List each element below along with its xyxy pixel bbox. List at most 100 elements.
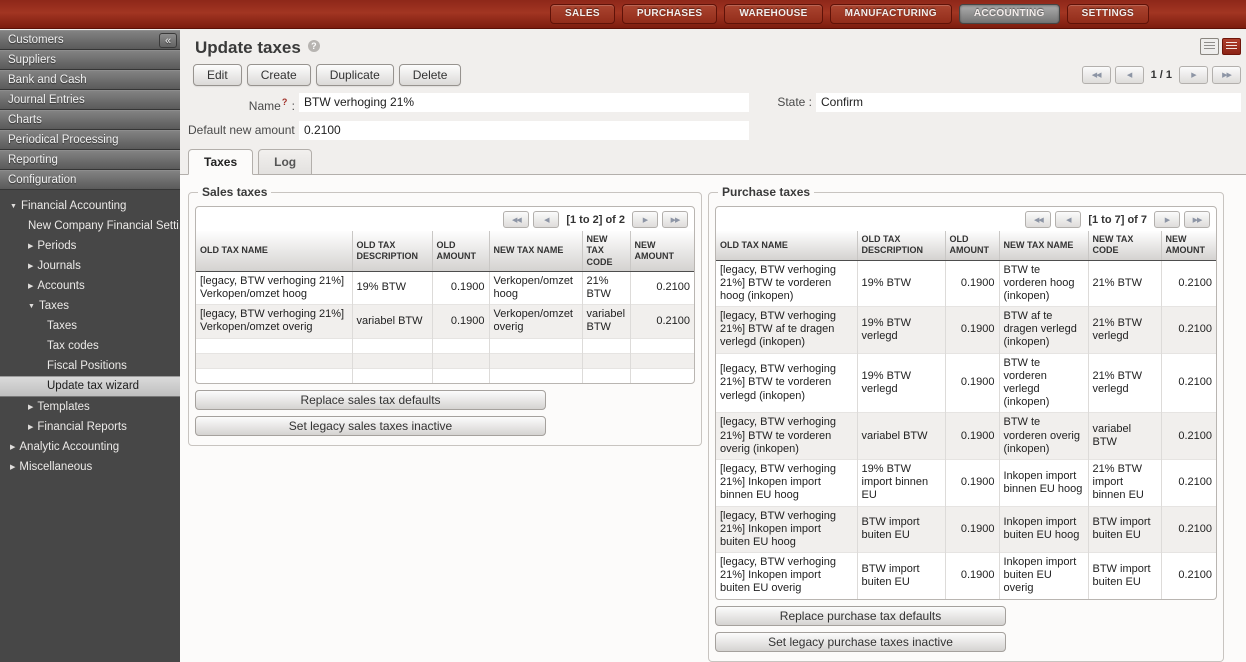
sidebar-section-suppliers[interactable]: Suppliers [0, 50, 180, 70]
table-cell [432, 368, 489, 383]
next-page-button[interactable]: ▶ [1154, 211, 1180, 228]
create-button[interactable]: Create [247, 64, 311, 86]
sidebar-item-miscellaneous[interactable]: ▶Miscellaneous [0, 457, 180, 477]
column-header-old-tax-name[interactable]: OLD TAX NAME [196, 231, 352, 271]
table-row[interactable]: [legacy, BTW verhoging 21%] Inkopen impo… [716, 553, 1216, 599]
sidebar-section-charts[interactable]: Charts [0, 110, 180, 130]
table-row[interactable]: [legacy, BTW verhoging 21%] Verkopen/omz… [196, 271, 694, 304]
sidebar-sections: Customers«SuppliersBank and CashJournal … [0, 30, 180, 190]
sidebar-item-accounts[interactable]: ▶Accounts [0, 276, 180, 296]
table-cell: [legacy, BTW verhoging 21%] BTW af te dr… [716, 307, 857, 354]
sidebar-item-tax-codes[interactable]: Tax codes [0, 336, 180, 356]
state-field[interactable]: Confirm [816, 93, 1241, 112]
sidebar-section-journal-entries[interactable]: Journal Entries [0, 90, 180, 110]
set-legacy-sales-taxes-inactive-button[interactable]: Set legacy sales taxes inactive [195, 416, 546, 436]
delete-button[interactable]: Delete [399, 64, 462, 86]
sidebar-collapse-button[interactable]: « [159, 33, 177, 48]
nav-button-sales[interactable]: SALES [550, 4, 615, 24]
duplicate-button[interactable]: Duplicate [316, 64, 394, 86]
tab-taxes[interactable]: Taxes [188, 149, 253, 175]
purchase-pager-label: [1 to 7] of 7 [1085, 214, 1150, 226]
table-row[interactable]: [legacy, BTW verhoging 21%] Verkopen/omz… [196, 305, 694, 338]
sidebar-item-journals[interactable]: ▶Journals [0, 256, 180, 276]
sidebar-item-taxes[interactable]: ▼Taxes [0, 296, 180, 316]
sidebar-section-configuration[interactable]: Configuration [0, 170, 180, 190]
nav-button-accounting[interactable]: ACCOUNTING [959, 4, 1060, 24]
next-record-button[interactable]: ▶ [1179, 66, 1208, 84]
sidebar-item-financial-accounting[interactable]: ▼Financial Accounting [0, 196, 180, 216]
record-pager: ◀◀ ◀ 1 / 1 ▶ ▶▶ [1082, 66, 1241, 84]
first-page-button[interactable]: ◀◀ [1025, 211, 1051, 228]
column-header-new-tax-name[interactable]: NEW TAX NAME [489, 231, 582, 271]
last-page-button[interactable]: ▶▶ [662, 211, 688, 228]
column-header-new-tax-code[interactable]: NEW TAX CODE [1088, 231, 1161, 260]
last-page-button[interactable]: ▶▶ [1184, 211, 1210, 228]
form-view-button[interactable] [1222, 38, 1241, 55]
purchase-taxes-pager: ◀◀ ◀ [1 to 7] of 7 ▶ ▶▶ [716, 207, 1216, 231]
sidebar-item-label: Taxes [47, 320, 77, 332]
table-cell: [legacy, BTW verhoging 21%] Verkopen/omz… [196, 271, 352, 304]
sidebar-item-fiscal-positions[interactable]: Fiscal Positions [0, 356, 180, 376]
replace-sales-tax-defaults-button[interactable]: Replace sales tax defaults [195, 390, 546, 410]
previous-page-button[interactable]: ◀ [533, 211, 559, 228]
table-row[interactable]: [legacy, BTW verhoging 21%] BTW te vorde… [716, 413, 1216, 460]
previous-page-button[interactable]: ◀ [1055, 211, 1081, 228]
column-header-new-tax-code[interactable]: NEW TAX CODE [582, 231, 630, 271]
default-new-amount-field[interactable]: 0.2100 [299, 121, 749, 140]
table-cell: [legacy, BTW verhoging 21%] Inkopen impo… [716, 459, 857, 506]
column-header-old-amount[interactable]: OLD AMOUNT [432, 231, 489, 271]
sidebar-item-new-company-financial-setti[interactable]: New Company Financial Setti... [0, 216, 180, 236]
sidebar-item-label: New Company Financial Setti... [28, 220, 180, 232]
empty-table-row[interactable] [196, 368, 694, 383]
column-header-old-tax-description[interactable]: OLD TAX DESCRIPTION [352, 231, 432, 271]
sidebar-item-analytic-accounting[interactable]: ▶Analytic Accounting [0, 437, 180, 457]
table-row[interactable]: [legacy, BTW verhoging 21%] Inkopen impo… [716, 459, 1216, 506]
column-header-new-amount[interactable]: NEW AMOUNT [630, 231, 694, 271]
nav-button-purchases[interactable]: PURCHASES [622, 4, 718, 24]
nav-button-manufacturing[interactable]: MANUFACTURING [830, 4, 952, 24]
empty-table-row[interactable] [196, 353, 694, 368]
column-header-old-tax-name[interactable]: OLD TAX NAME [716, 231, 857, 260]
edit-button[interactable]: Edit [193, 64, 242, 86]
collapsed-arrow-icon: ▶ [28, 263, 33, 270]
table-cell: variabel BTW [857, 413, 945, 460]
table-cell: Inkopen import binnen EU hoog [999, 459, 1088, 506]
sidebar-section-periodical-processing[interactable]: Periodical Processing [0, 130, 180, 150]
table-row[interactable]: [legacy, BTW verhoging 21%] BTW te vorde… [716, 353, 1216, 413]
previous-record-button[interactable]: ◀ [1115, 66, 1144, 84]
table-row[interactable]: [legacy, BTW verhoging 21%] BTW af te dr… [716, 307, 1216, 354]
column-header-old-amount[interactable]: OLD AMOUNT [945, 231, 999, 260]
tab-log[interactable]: Log [258, 149, 312, 175]
sidebar-section-reporting[interactable]: Reporting [0, 150, 180, 170]
sidebar-item-update-tax-wizard[interactable]: Update tax wizard [0, 376, 180, 397]
sidebar-section-bank-and-cash[interactable]: Bank and Cash [0, 70, 180, 90]
table-cell [489, 353, 582, 368]
table-cell: 0.2100 [1161, 506, 1216, 553]
sidebar-item-financial-reports[interactable]: ▶Financial Reports [0, 417, 180, 437]
nav-button-settings[interactable]: SETTINGS [1067, 4, 1149, 24]
last-record-button[interactable]: ▶▶ [1212, 66, 1241, 84]
page-title: Update taxes [195, 38, 301, 57]
sidebar-item-taxes[interactable]: Taxes [0, 316, 180, 336]
sidebar-item-templates[interactable]: ▶Templates [0, 397, 180, 417]
help-icon[interactable]: ? [308, 40, 320, 52]
empty-table-row[interactable] [196, 338, 694, 353]
table-row[interactable]: [legacy, BTW verhoging 21%] Inkopen impo… [716, 506, 1216, 553]
next-page-button[interactable]: ▶ [632, 211, 658, 228]
nav-button-warehouse[interactable]: WAREHOUSE [724, 4, 822, 24]
column-header-old-tax-description[interactable]: OLD TAX DESCRIPTION [857, 231, 945, 260]
column-header-new-tax-name[interactable]: NEW TAX NAME [999, 231, 1088, 260]
list-view-button[interactable] [1200, 38, 1219, 55]
first-record-button[interactable]: ◀◀ [1082, 66, 1111, 84]
first-page-button[interactable]: ◀◀ [503, 211, 529, 228]
table-row[interactable]: [legacy, BTW verhoging 21%] BTW te vorde… [716, 260, 1216, 307]
table-cell [582, 338, 630, 353]
set-legacy-purchase-taxes-inactive-button[interactable]: Set legacy purchase taxes inactive [715, 632, 1006, 652]
sidebar-item-periods[interactable]: ▶Periods [0, 236, 180, 256]
name-field[interactable]: BTW verhoging 21% [299, 93, 749, 112]
column-header-new-amount[interactable]: NEW AMOUNT [1161, 231, 1216, 260]
sidebar-section-label: Configuration [8, 174, 76, 186]
table-cell: BTW te vorderen overig (inkopen) [999, 413, 1088, 460]
replace-purchase-tax-defaults-button[interactable]: Replace purchase tax defaults [715, 606, 1006, 626]
sidebar-section-customers[interactable]: Customers« [0, 30, 180, 50]
